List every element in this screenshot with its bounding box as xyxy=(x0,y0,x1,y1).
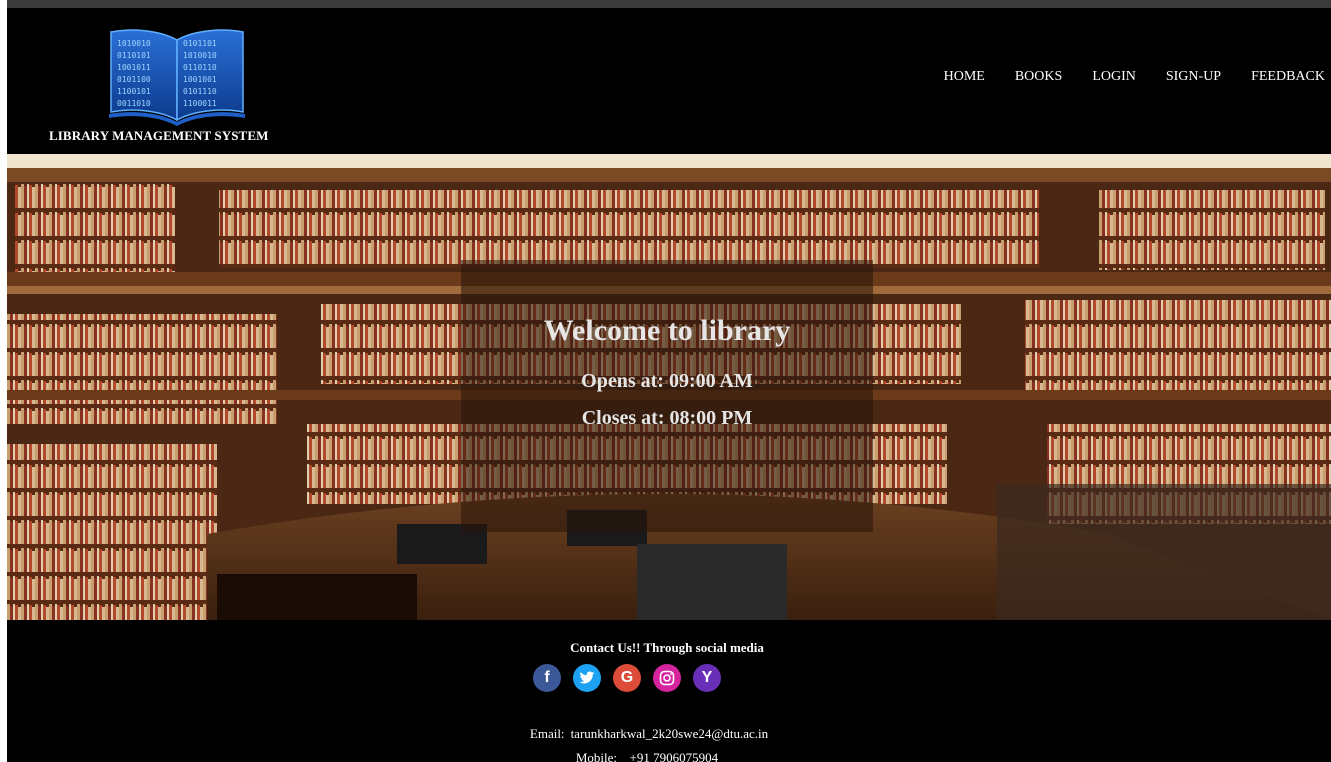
nav-home[interactable]: HOME xyxy=(944,69,985,85)
nav-books[interactable]: BOOKS xyxy=(1015,69,1062,85)
facebook-icon[interactable]: f xyxy=(533,664,561,692)
contact-heading: Contact Us!! Through social media xyxy=(570,640,764,655)
instagram-icon[interactable] xyxy=(653,664,681,692)
page: 1010010 0110101 1001011 0101100 1100101 … xyxy=(7,8,1331,762)
google-icon[interactable]: G xyxy=(613,664,641,692)
svg-text:0101101: 0101101 xyxy=(183,39,217,48)
nav-feedback[interactable]: FEEDBACK xyxy=(1251,69,1325,85)
mobile-value[interactable]: +91 7906075904 xyxy=(630,750,719,762)
nav-sign-up[interactable]: SIGN-UP xyxy=(1166,69,1221,85)
svg-text:1010010: 1010010 xyxy=(183,51,217,60)
site-brand-title: LIBRARY MANAGEMENT SYSTEM xyxy=(49,128,269,143)
social-links: f G Y xyxy=(533,664,721,692)
nav-login[interactable]: LOGIN xyxy=(1092,69,1136,85)
welcome-title: Welcome to library xyxy=(543,314,791,347)
hero-banner: Welcome to library Opens at: 09:00 AM Cl… xyxy=(7,154,1331,620)
browser-frame: 1010010 0110101 1001011 0101100 1100101 … xyxy=(0,0,1331,762)
svg-text:0110101: 0110101 xyxy=(117,51,151,60)
svg-text:0101100: 0101100 xyxy=(117,75,151,84)
email-label: Email: xyxy=(529,726,565,741)
svg-text:1100101: 1100101 xyxy=(117,87,151,96)
book-binary-logo[interactable]: 1010010 0110101 1001011 0101100 1100101 … xyxy=(107,22,247,126)
closing-time: Closes at: 08:00 PM xyxy=(581,407,753,429)
opening-time: Opens at: 09:00 AM xyxy=(581,370,753,392)
svg-text:0110110: 0110110 xyxy=(183,63,217,72)
svg-text:1100011: 1100011 xyxy=(183,99,217,108)
twitter-icon[interactable] xyxy=(573,664,601,692)
main-nav: HOME BOOKS LOGIN SIGN-UP FEEDBACK xyxy=(914,69,1325,85)
twitter-bird-glyph xyxy=(579,671,595,684)
contact-mobile-line: Mobile: +91 7906075904 xyxy=(7,750,1287,762)
welcome-panel: Welcome to library Opens at: 09:00 AM Cl… xyxy=(461,260,873,532)
yahoo-icon[interactable]: Y xyxy=(693,664,721,692)
contact-email-line: Email: tarunkharkwal_2k20swe24@dtu.ac.in xyxy=(7,726,1291,742)
svg-text:0011010: 0011010 xyxy=(117,99,151,108)
instagram-camera-glyph xyxy=(659,670,675,686)
email-value[interactable]: tarunkharkwal_2k20swe24@dtu.ac.in xyxy=(571,726,769,741)
svg-text:1001001: 1001001 xyxy=(183,75,217,84)
svg-text:1010010: 1010010 xyxy=(117,39,151,48)
mobile-label: Mobile: xyxy=(575,750,618,762)
window-top-strip xyxy=(7,0,1331,8)
svg-text:0101110: 0101110 xyxy=(183,87,217,96)
site-footer: Contact Us!! Through social media f G Y … xyxy=(7,620,1331,762)
site-header: 1010010 0110101 1001011 0101100 1100101 … xyxy=(7,8,1331,154)
svg-text:1001011: 1001011 xyxy=(117,63,151,72)
